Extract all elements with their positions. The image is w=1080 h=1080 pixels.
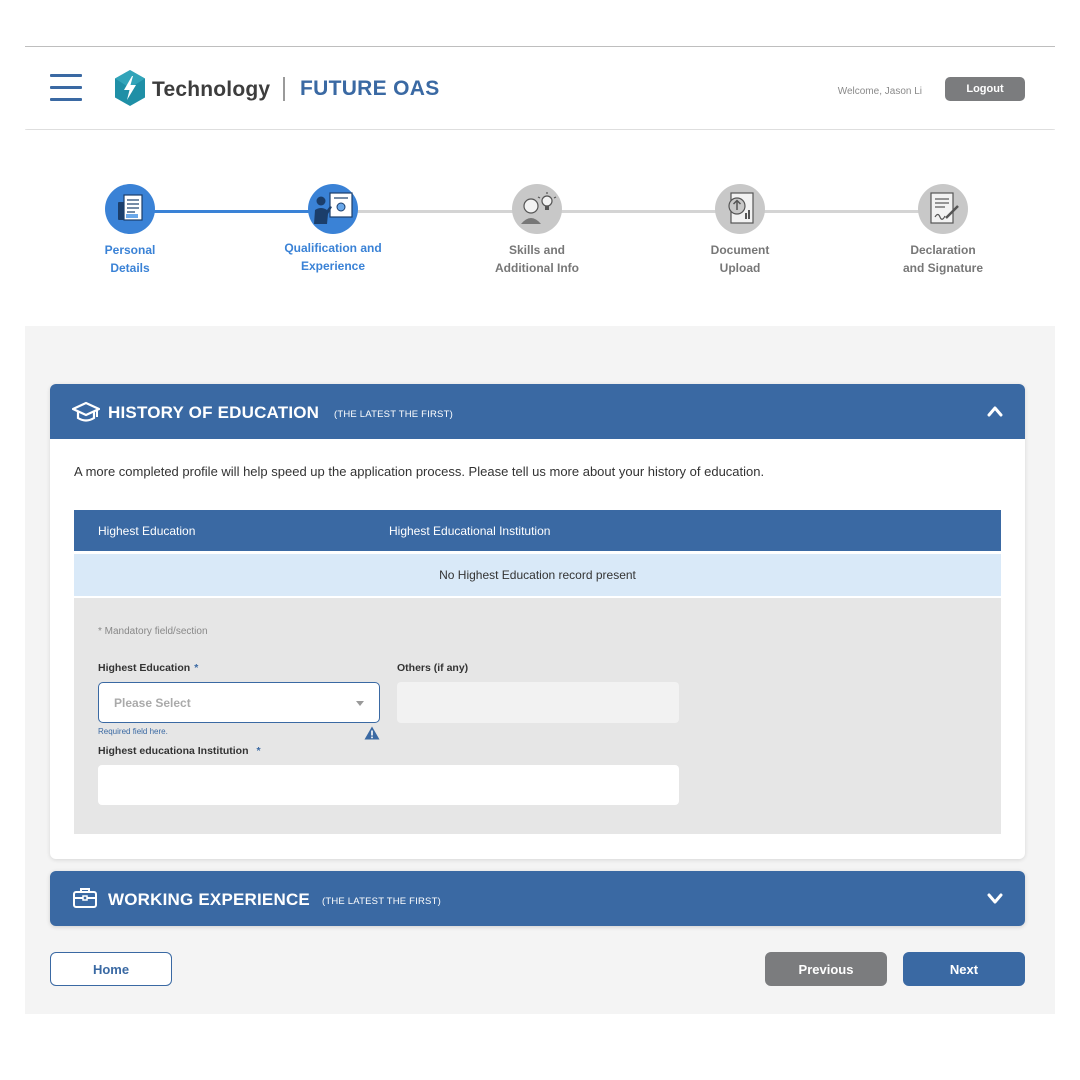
step-label: Declaration and Signature [902,243,983,275]
institution-input[interactable] [98,765,679,805]
working-subtitle: (THE LATEST THE FIRST) [322,896,441,907]
education-form: * Mandatory field/section Highest Educat… [74,598,1001,834]
document-icon [105,184,155,234]
step-label: Document Upload [710,243,770,275]
step-label: Qualification and Experience [284,241,382,273]
education-panel-header[interactable]: HISTORY OF EDUCATION (THE LATEST THE FIR… [50,384,1025,439]
next-button[interactable]: Next [903,952,1025,986]
app-window: Technology FUTURE OAS Welcome, Jason Li … [25,46,1055,1014]
product-name: FUTURE OAS [300,77,440,100]
step-document-upload[interactable]: Document Upload [670,184,810,277]
education-title: HISTORY OF EDUCATION [108,403,320,422]
education-intro: A more completed profile will help speed… [74,464,765,479]
main-content: HISTORY OF EDUCATION (THE LATEST THE FIR… [25,326,1055,1014]
required-marker: * [194,662,199,674]
step-declaration-signature[interactable]: Declaration and Signature [873,184,1013,277]
graduation-cap-icon [72,401,100,422]
working-experience-panel-header[interactable]: WORKING EXPERIENCE (THE LATEST THE FIRST… [50,871,1025,926]
technology-logo-icon [115,70,145,106]
briefcase-icon [73,888,97,908]
brand-divider [283,77,285,101]
step-skills-info[interactable]: Skills and Additional Info [467,184,607,277]
mandatory-note: * Mandatory field/section [98,626,208,637]
logout-button[interactable]: Logout [945,77,1025,101]
select-placeholder: Please Select [114,695,191,710]
signature-document-icon [918,184,968,234]
hamburger-menu-icon[interactable] [50,74,82,102]
highest-education-select[interactable]: Please Select [98,682,380,723]
caret-down-icon [356,701,364,706]
previous-button[interactable]: Previous [765,952,887,986]
step-qualification-experience[interactable]: Qualification and Experience [263,184,403,275]
highest-education-label: Highest Education * [98,662,199,674]
certificate-presenter-icon [308,184,358,234]
column-institution: Highest Educational Institution [389,524,551,538]
warning-icon [364,726,380,740]
step-personal-details[interactable]: Personal Details [60,184,200,277]
required-marker: * [256,745,261,757]
progress-stepper: Personal Details Qualification and Exper… [25,130,1055,326]
required-error-text: Required field here. [98,727,168,736]
education-panel: HISTORY OF EDUCATION (THE LATEST THE FIR… [50,384,1025,859]
welcome-text: Welcome, Jason Li [837,86,922,97]
idea-person-icon [512,184,562,234]
column-highest-education: Highest Education [98,524,196,538]
step-label: Personal Details [104,243,156,275]
empty-table-row: No Highest Education record present [74,554,1001,596]
upload-document-icon [715,184,765,234]
chevron-down-icon[interactable] [987,891,1003,905]
institution-label: Highest educationa Institution * [98,745,261,757]
chevron-up-icon[interactable] [987,404,1003,418]
top-header: Technology FUTURE OAS Welcome, Jason Li … [25,47,1055,129]
others-label: Others (if any) [397,662,469,674]
education-subtitle: (THE LATEST THE FIRST) [334,409,453,420]
others-input[interactable] [397,682,679,723]
step-label: Skills and Additional Info [495,243,579,275]
education-table-header: Highest Education Highest Educational In… [74,510,1001,551]
brand-name: Technology [152,78,271,101]
working-title: WORKING EXPERIENCE [108,890,310,909]
home-button[interactable]: Home [50,952,172,986]
stepper-track-pending [333,210,943,213]
